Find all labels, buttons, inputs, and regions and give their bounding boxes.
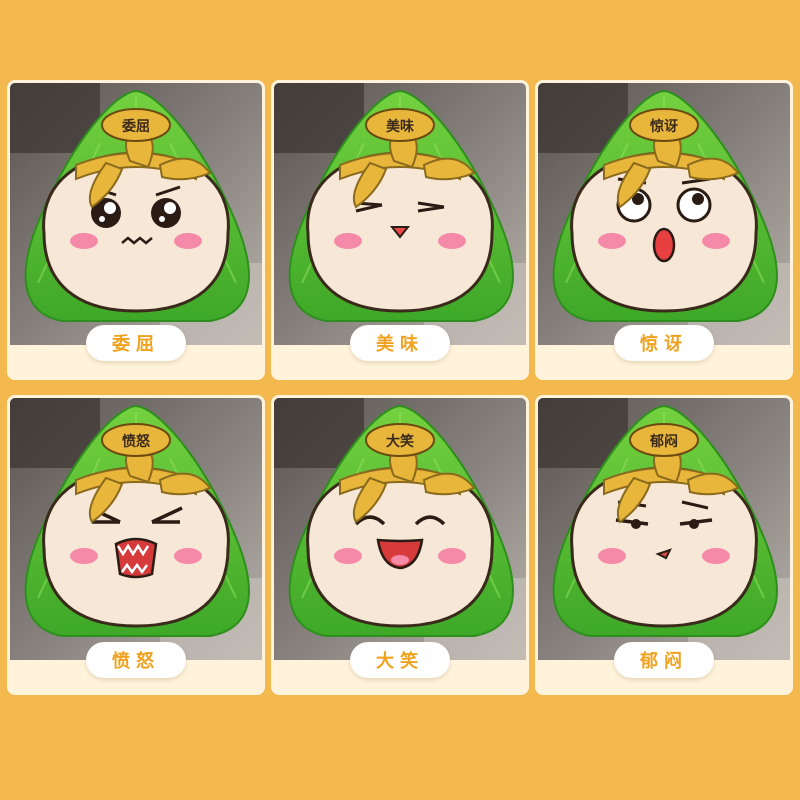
- zongzi-plush-photo: 大笑: [274, 398, 526, 660]
- zongzi-plush-photo: 美味: [274, 83, 526, 345]
- expression-card: 大笑 大笑: [271, 395, 529, 695]
- product-grid: 委屈 委屈 美味 美味 惊讶 惊讶 愤怒 愤怒 大笑 大笑 郁闷 郁闷: [0, 0, 800, 800]
- expression-caption: 愤怒: [86, 642, 186, 678]
- plush-badge-text: 愤怒: [122, 433, 151, 450]
- plush-badge-text: 美味: [386, 118, 414, 135]
- expression-card: 委屈 委屈: [7, 80, 265, 380]
- zongzi-plush-photo: 愤怒: [10, 398, 262, 660]
- plush-badge-text: 委屈: [121, 118, 150, 135]
- expression-caption: 委屈: [86, 325, 186, 361]
- expression-caption: 美味: [350, 325, 450, 361]
- zongzi-plush-photo: 惊讶: [538, 83, 790, 345]
- zongzi-plush-photo: 郁闷: [538, 398, 790, 660]
- expression-card: 惊讶 惊讶: [535, 80, 793, 380]
- expression-card: 愤怒 愤怒: [7, 395, 265, 695]
- expression-caption: 惊讶: [614, 325, 714, 361]
- expression-card: 郁闷 郁闷: [535, 395, 793, 695]
- expression-caption: 郁闷: [614, 642, 714, 678]
- plush-badge-text: 郁闷: [649, 433, 678, 450]
- expression-caption: 大笑: [350, 642, 450, 678]
- plush-badge-text: 惊讶: [649, 118, 678, 135]
- plush-badge-text: 大笑: [386, 433, 414, 450]
- zongzi-plush-photo: 委屈: [10, 83, 262, 345]
- expression-card: 美味 美味: [271, 80, 529, 380]
